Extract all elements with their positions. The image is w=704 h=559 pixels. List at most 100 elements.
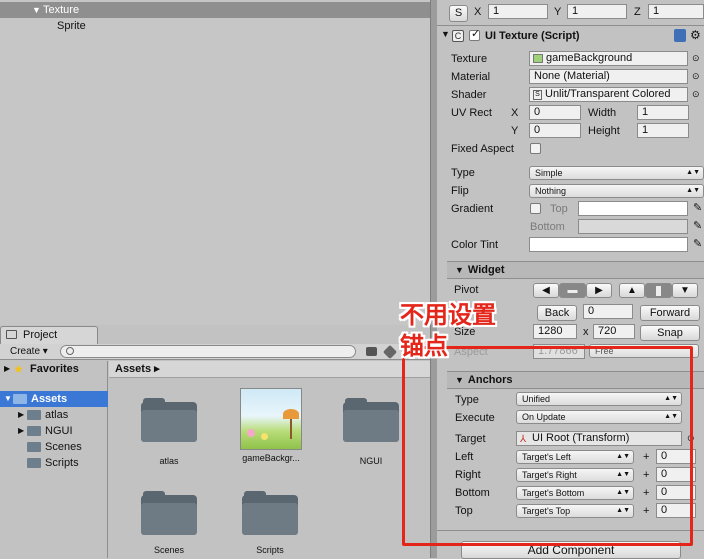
pivot-bottom-button[interactable]: ▼ [672, 283, 698, 298]
asset-item-ngui[interactable]: NGUI [335, 398, 407, 466]
search-icon [66, 347, 74, 355]
depth-forward-button[interactable]: Forward [640, 305, 700, 321]
pivot-top-button[interactable]: ▲ [619, 283, 645, 298]
asset-label: NGUI [359, 456, 383, 466]
asset-item-atlas[interactable]: atlas [133, 398, 205, 466]
collapse-arrow-icon[interactable]: ▼ [441, 29, 450, 39]
shader-field[interactable]: S Unlit/Transparent Colored [529, 87, 688, 102]
flip-label: Flip [451, 185, 469, 197]
shader-icon: S [533, 90, 542, 100]
hierarchy-item-label: Texture [43, 4, 80, 16]
expand-arrow-icon[interactable]: ▶ [18, 407, 24, 423]
asset-item-scripts[interactable]: Scripts [234, 491, 306, 555]
eyedropper-icon[interactable]: ✎ [693, 219, 702, 232]
uv-y-label: Y [511, 125, 519, 137]
material-field[interactable]: None (Material) [529, 69, 688, 84]
project-tab-icon [6, 330, 17, 339]
uv-height-field[interactable]: 1 [637, 123, 689, 138]
object-picker-icon[interactable]: ⊙ [692, 53, 700, 64]
script-icon: C [452, 30, 464, 42]
object-picker-icon[interactable]: ⊙ [692, 71, 700, 82]
project-assets-view: Assets ▸ atlas gameBackgr... NGUI Scenes… [109, 361, 430, 558]
tree-item-atlas[interactable]: ▶ atlas [0, 407, 108, 423]
gradient-top-color[interactable] [578, 201, 688, 216]
tree-item-assets[interactable]: ▼ Assets [0, 391, 108, 407]
size-x-label: x [583, 326, 589, 338]
gradient-checkbox[interactable] [530, 203, 541, 214]
pivot-right-button[interactable]: ▶ [586, 283, 612, 298]
annotation-text-line2: 锚点 [400, 332, 448, 360]
tree-item-favorites[interactable]: ▶ ★ Favorites [0, 361, 108, 377]
tree-item-label: NGUI [45, 425, 73, 437]
search-input[interactable] [60, 345, 356, 358]
type-label: Type [451, 167, 475, 179]
breadcrumb[interactable]: Assets ▸ [109, 361, 430, 378]
fixed-aspect-checkbox[interactable] [530, 143, 541, 154]
hierarchy-item-texture[interactable]: ▼ Texture [0, 2, 430, 18]
asset-item-scenes[interactable]: Scenes [133, 491, 205, 555]
depth-field[interactable]: 0 [583, 304, 633, 319]
folder-icon [141, 398, 197, 442]
texture-value: gameBackground [546, 52, 633, 64]
help-book-icon[interactable] [674, 29, 686, 42]
scale-z-field[interactable]: 1 [648, 4, 704, 19]
tab-project-label: Project [23, 329, 58, 341]
star-icon: ★ [13, 362, 24, 376]
hierarchy-item-sprite[interactable]: Sprite [0, 18, 430, 34]
tab-project[interactable]: Project [0, 326, 98, 344]
tree-item-label: Scenes [45, 441, 82, 453]
pivot-center-button[interactable]: ▬ [559, 283, 586, 298]
component-title: UI Texture (Script) [485, 30, 580, 42]
tree-item-scripts[interactable]: Scripts [0, 455, 108, 471]
filter-type-icon[interactable] [366, 347, 377, 356]
flip-dropdown[interactable]: Nothing ▲▼ [529, 184, 704, 198]
filter-label-icon[interactable] [382, 344, 398, 360]
gradient-label: Gradient [451, 203, 494, 215]
component-enabled-checkbox[interactable]: ✓ [469, 28, 480, 41]
uv-width-label: Width [588, 107, 617, 119]
size-width-field[interactable]: 1280 [533, 324, 577, 339]
expand-arrow-icon[interactable]: ▼ [4, 391, 12, 407]
collapse-arrow-icon[interactable]: ▼ [455, 265, 464, 275]
uv-width-field[interactable]: 1 [637, 105, 689, 120]
gradient-bottom-color[interactable] [578, 219, 688, 234]
eyedropper-icon[interactable]: ✎ [693, 237, 702, 250]
folder-icon [27, 410, 41, 420]
widget-section-header[interactable]: ▼ Widget [447, 261, 704, 279]
folder-icon [27, 442, 41, 452]
color-tint-field[interactable] [529, 237, 688, 252]
depth-back-button[interactable]: Back [537, 305, 577, 321]
expand-arrow-icon[interactable]: ▶ [4, 361, 10, 377]
expand-arrow-icon[interactable]: ▶ [18, 423, 24, 439]
tree-item-scenes[interactable]: Scenes [0, 439, 108, 455]
texture-label: Texture [451, 53, 488, 65]
annotation-text-line1: 不用设置 [400, 301, 496, 329]
scale-x-field[interactable]: 1 [488, 4, 548, 19]
texture-field[interactable]: gameBackground [529, 51, 688, 66]
scale-y-field[interactable]: 1 [567, 4, 627, 19]
eyedropper-icon[interactable]: ✎ [693, 201, 702, 214]
pivot-middle-button[interactable] [645, 283, 672, 298]
umbrella-icon [283, 409, 299, 419]
expand-arrow-icon[interactable]: ▼ [32, 2, 41, 18]
create-button[interactable]: Create ▾ [4, 345, 54, 359]
type-dropdown[interactable]: Simple ▲▼ [529, 166, 704, 180]
asset-item-gamebackground[interactable]: gameBackgr... [235, 388, 307, 463]
scale-z-label: Z [634, 6, 641, 18]
uv-rect-label: UV Rect [451, 107, 492, 119]
snap-button[interactable]: Snap [640, 325, 700, 341]
object-picker-icon[interactable]: ⊙ [692, 89, 700, 100]
size-height-field[interactable]: 720 [593, 324, 635, 339]
hierarchy-panel: ▼ Texture Sprite [0, 0, 430, 325]
project-folder-tree: ▶ ★ Favorites ▼ Assets ▶ atlas ▶ NGUI Sc… [0, 361, 108, 558]
tree-item-label: Scripts [45, 457, 79, 469]
shader-label: Shader [451, 89, 487, 101]
uv-x-field[interactable]: 0 [529, 105, 581, 120]
widget-title: Widget [467, 264, 505, 276]
uv-height-label: Height [588, 125, 620, 137]
pivot-left-button[interactable]: ◀ [533, 283, 559, 298]
gear-icon[interactable]: ⚙ [690, 28, 701, 42]
tree-item-ngui[interactable]: ▶ NGUI [0, 423, 108, 439]
asset-label: gameBackgr... [242, 453, 300, 463]
uv-y-field[interactable]: 0 [529, 123, 581, 138]
